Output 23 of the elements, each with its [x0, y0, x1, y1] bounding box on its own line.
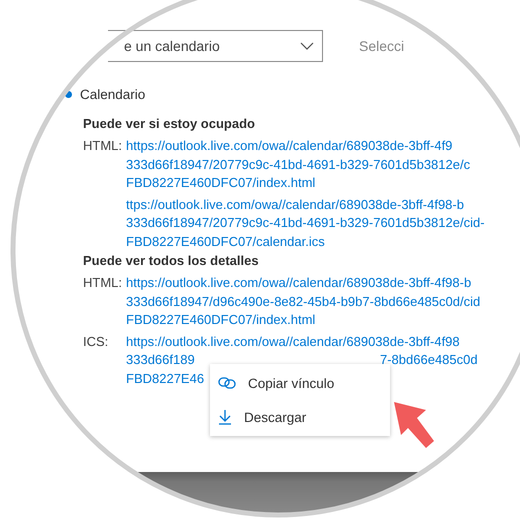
- calendar-select-placeholder[interactable]: Selecci: [359, 38, 404, 54]
- link-label: HTML:: [83, 274, 123, 292]
- url-link[interactable]: 333d66f18947/20779c9c-41bd-4691-b329-7601d5b3812e/c: [126, 156, 520, 174]
- url-link[interactable]: https://outlook.live.com/owa//calendar/689038de-3bff-4f98: [126, 332, 520, 351]
- url-link[interactable]: 333d66f18947/20779c9c-41bd-4691-b329-7601d5b3812e/cid-: [126, 214, 520, 232]
- menu-item[interactable]: Descargar: [210, 400, 390, 434]
- calendar-name: Calendario: [80, 86, 146, 102]
- url-link[interactable]: https://outlook.live.com/owa//calendar/689038de-3bff-4f9: [126, 137, 520, 156]
- url-link[interactable]: FBD8227E460DFC07/calendar.ics: [126, 232, 520, 251]
- link-label: ICS:: [83, 332, 110, 350]
- chevron-down-icon: [300, 42, 314, 50]
- url-link[interactable]: FBD8227E460DFC07/index.html: [126, 174, 520, 192]
- download-icon: [218, 409, 232, 425]
- section-title: Puede ver todos los detalles: [83, 252, 260, 270]
- url-link[interactable]: 333d66f18947/d96c490e-8e82-45b4-b9b7-8bd66e485c0d/cid: [126, 292, 520, 311]
- section-title: Puede ver si estoy ocupado: [83, 115, 256, 133]
- url-link[interactable]: https://outlook.live.com/owa//calendar/689038de-3bff-4f98-b: [126, 274, 520, 292]
- calendar-dropdown[interactable]: e un calendario: [108, 30, 323, 62]
- link-label: HTML:: [83, 137, 123, 155]
- url-link[interactable]: ttps://outlook.live.com/owa//calendar/689038de-3bff-4f98-b: [126, 196, 520, 214]
- link-icon: [218, 377, 236, 389]
- pointer-arrow: [392, 400, 436, 448]
- url-link[interactable]: FBD8227E460DFC07/index.html: [126, 311, 520, 330]
